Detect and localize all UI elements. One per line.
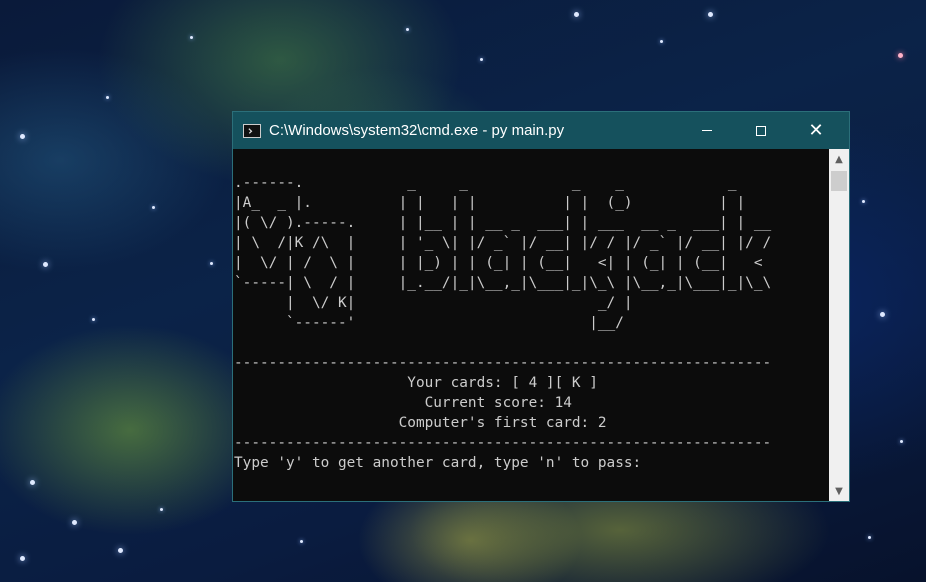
star: [92, 318, 95, 321]
scroll-up-button[interactable]: ▲: [829, 149, 849, 169]
console-line: Your cards: [ 4 ][ K ]: [234, 375, 598, 391]
star: [406, 28, 409, 31]
chevron-down-icon: ▼: [835, 485, 843, 497]
star: [480, 58, 483, 61]
console-line: .------. _ _ _ _ _: [234, 175, 737, 191]
star: [708, 12, 713, 17]
console-line: | \ /|K /\ | | '_ \| |/ _` |/ __| |/ / |…: [234, 235, 772, 251]
console-app-icon[interactable]: [243, 123, 261, 138]
console-line: Current score: 14: [234, 395, 572, 411]
star: [43, 262, 48, 267]
star: [868, 536, 871, 539]
console-output[interactable]: .------. _ _ _ _ _ |A_ _ |. | | | | | | …: [233, 149, 829, 501]
console-line: ----------------------------------------…: [234, 435, 772, 451]
console-line: |( \/ ).-----. | |__ | | __ _ ___| | ___…: [234, 215, 772, 231]
console-text: .------. _ _ _ _ _ |A_ _ |. | | | | | | …: [234, 173, 771, 473]
minimize-icon: [702, 130, 712, 131]
star: [152, 206, 155, 209]
star: [72, 520, 77, 525]
scrollbar-thumb[interactable]: [831, 171, 847, 191]
star: [118, 548, 123, 553]
console-line: |A_ _ |. | | | | | | (_) | |: [234, 195, 746, 211]
window-titlebar[interactable]: C:\Windows\system32\cmd.exe - py main.py…: [233, 112, 849, 149]
star: [574, 12, 579, 17]
console-line: `-----| \ / | |_.__/|_|\__,_|\___|_|\_\ …: [234, 275, 772, 291]
star: [30, 480, 35, 485]
close-icon: ✕: [808, 119, 824, 141]
console-line: | \/ | / \ | | |_) | | (_| | (__| <| | (…: [234, 255, 763, 271]
star: [880, 312, 885, 317]
chevron-up-icon: ▲: [835, 153, 843, 165]
console-line: `------' |__/: [234, 315, 624, 331]
cmd-window[interactable]: C:\Windows\system32\cmd.exe - py main.py…: [232, 111, 850, 502]
star: [210, 262, 213, 265]
star: [106, 96, 109, 99]
star: [900, 440, 903, 443]
vertical-scrollbar[interactable]: ▲ ▼: [829, 149, 849, 501]
star: [300, 540, 303, 543]
console-line: | \/ K| _/ |: [234, 295, 633, 311]
star: [190, 36, 193, 39]
star: [20, 556, 25, 561]
star: [660, 40, 663, 43]
star: [160, 508, 163, 511]
scroll-down-button[interactable]: ▼: [829, 481, 849, 501]
console-line: Type 'y' to get another card, type 'n' t…: [234, 455, 642, 471]
console-line: ----------------------------------------…: [234, 355, 772, 371]
window-title: C:\Windows\system32\cmd.exe - py main.py: [269, 122, 565, 139]
close-button[interactable]: ✕: [793, 112, 839, 149]
minimize-button[interactable]: [684, 112, 730, 149]
maximize-button[interactable]: [738, 112, 784, 149]
console-line: Computer's first card: 2: [234, 415, 607, 431]
star: [862, 200, 865, 203]
star: [898, 53, 903, 58]
star: [20, 134, 25, 139]
maximize-icon: [756, 125, 766, 136]
